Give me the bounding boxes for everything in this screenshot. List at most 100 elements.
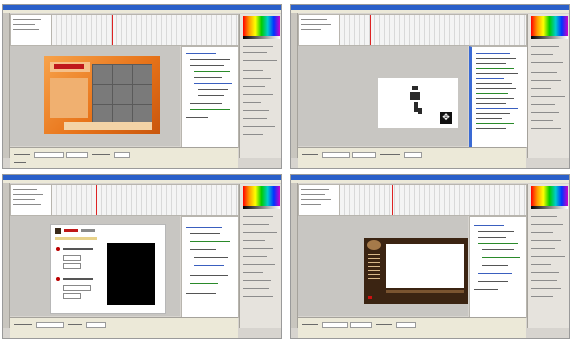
menu-bar[interactable] — [291, 180, 569, 183]
actions-code-panel[interactable] — [469, 216, 527, 318]
library-item[interactable] — [531, 232, 553, 233]
site-menu-item[interactable] — [368, 274, 380, 275]
library-item[interactable] — [531, 112, 559, 113]
layer-row[interactable] — [13, 19, 41, 20]
library-item[interactable] — [243, 240, 265, 241]
library-item[interactable] — [531, 72, 557, 73]
layer-row[interactable] — [301, 19, 327, 20]
layers-panel[interactable] — [298, 184, 340, 216]
property-field[interactable] — [114, 152, 130, 158]
layer-row[interactable] — [301, 199, 331, 200]
stage-website[interactable] — [364, 238, 468, 304]
library-item[interactable] — [531, 54, 553, 55]
library-item[interactable] — [243, 94, 273, 95]
library-item[interactable] — [243, 216, 273, 217]
library-item[interactable] — [531, 216, 557, 217]
layers-panel[interactable] — [10, 184, 52, 216]
properties-panel[interactable] — [10, 147, 238, 168]
site-menu-item[interactable] — [368, 270, 380, 271]
menu-bar[interactable] — [291, 10, 569, 13]
property-field[interactable] — [350, 322, 372, 328]
layer-row[interactable] — [301, 29, 321, 30]
library-item[interactable] — [531, 104, 555, 105]
library-item[interactable] — [243, 272, 263, 273]
library-item[interactable] — [243, 264, 275, 265]
library-item[interactable] — [243, 70, 263, 71]
form-input[interactable] — [63, 293, 81, 299]
library-item[interactable] — [531, 128, 561, 129]
color-swatches[interactable] — [531, 186, 568, 206]
library-item[interactable] — [531, 88, 551, 89]
stage-area[interactable] — [298, 216, 468, 316]
library-item[interactable] — [531, 248, 555, 249]
grayscale-swatches[interactable] — [243, 206, 280, 209]
library-item[interactable] — [531, 296, 553, 297]
right-panels[interactable] — [527, 184, 569, 328]
library-item[interactable] — [243, 60, 277, 61]
layer-row[interactable] — [13, 189, 37, 190]
layer-row[interactable] — [301, 194, 325, 195]
video-preview-box[interactable] — [107, 243, 155, 305]
layer-row[interactable] — [13, 204, 41, 205]
library-item[interactable] — [531, 288, 561, 289]
library-item[interactable] — [243, 102, 261, 103]
tools-panel[interactable] — [291, 183, 298, 328]
timeline-frames[interactable] — [339, 14, 527, 46]
actions-code-panel[interactable] — [181, 46, 239, 148]
library-item[interactable] — [531, 96, 565, 97]
library-item[interactable] — [243, 224, 269, 225]
library-item[interactable] — [243, 256, 267, 257]
library-item[interactable] — [243, 110, 269, 111]
library-item[interactable] — [531, 224, 563, 225]
library-item[interactable] — [243, 86, 265, 87]
library-item[interactable] — [531, 46, 559, 47]
library-item[interactable] — [243, 248, 273, 249]
library-item[interactable] — [531, 280, 557, 281]
property-field[interactable] — [36, 322, 64, 328]
grayscale-swatches[interactable] — [243, 36, 280, 39]
stage-banner[interactable] — [44, 56, 160, 134]
site-menu-item[interactable] — [368, 278, 380, 279]
form-tab[interactable] — [81, 229, 95, 232]
menu-bar[interactable] — [3, 10, 281, 13]
menu-bar[interactable] — [3, 180, 281, 183]
site-menu-item[interactable] — [368, 254, 380, 255]
property-field[interactable] — [396, 322, 416, 328]
library-item[interactable] — [531, 264, 551, 265]
library-item[interactable] — [243, 126, 275, 127]
library-item[interactable] — [531, 256, 565, 257]
library-item[interactable] — [243, 118, 267, 119]
grayscale-swatches[interactable] — [531, 36, 568, 39]
library-item[interactable] — [243, 288, 269, 289]
library-item[interactable] — [243, 52, 267, 53]
right-panels[interactable] — [239, 184, 281, 328]
property-field[interactable] — [66, 152, 88, 158]
tools-panel[interactable] — [3, 13, 10, 158]
right-panels[interactable] — [527, 14, 569, 158]
library-item[interactable] — [243, 78, 271, 79]
color-swatches[interactable] — [531, 16, 568, 36]
color-swatches[interactable] — [243, 186, 280, 206]
stage-area[interactable]: ✥ — [298, 46, 468, 146]
library-item[interactable] — [531, 240, 561, 241]
layer-row[interactable] — [301, 204, 321, 205]
color-swatches[interactable] — [243, 16, 280, 36]
form-input[interactable] — [63, 255, 81, 261]
playhead[interactable] — [96, 185, 97, 215]
right-panels[interactable] — [239, 14, 281, 158]
four-way-arrows-icon[interactable]: ✥ — [440, 112, 452, 124]
library-item[interactable] — [243, 280, 271, 281]
stage-area[interactable] — [10, 216, 180, 316]
library-item[interactable] — [243, 46, 273, 47]
site-menu-item[interactable] — [368, 266, 380, 267]
form-input[interactable] — [63, 285, 91, 291]
grayscale-swatches[interactable] — [531, 206, 568, 209]
property-field[interactable] — [34, 152, 64, 158]
tools-panel[interactable] — [3, 183, 10, 328]
layer-row[interactable] — [13, 24, 35, 25]
form-input[interactable] — [63, 263, 81, 269]
timeline-frames[interactable] — [51, 184, 239, 216]
timeline-frames[interactable] — [339, 184, 527, 216]
site-content-area[interactable] — [386, 244, 464, 288]
library-item[interactable] — [531, 62, 563, 63]
